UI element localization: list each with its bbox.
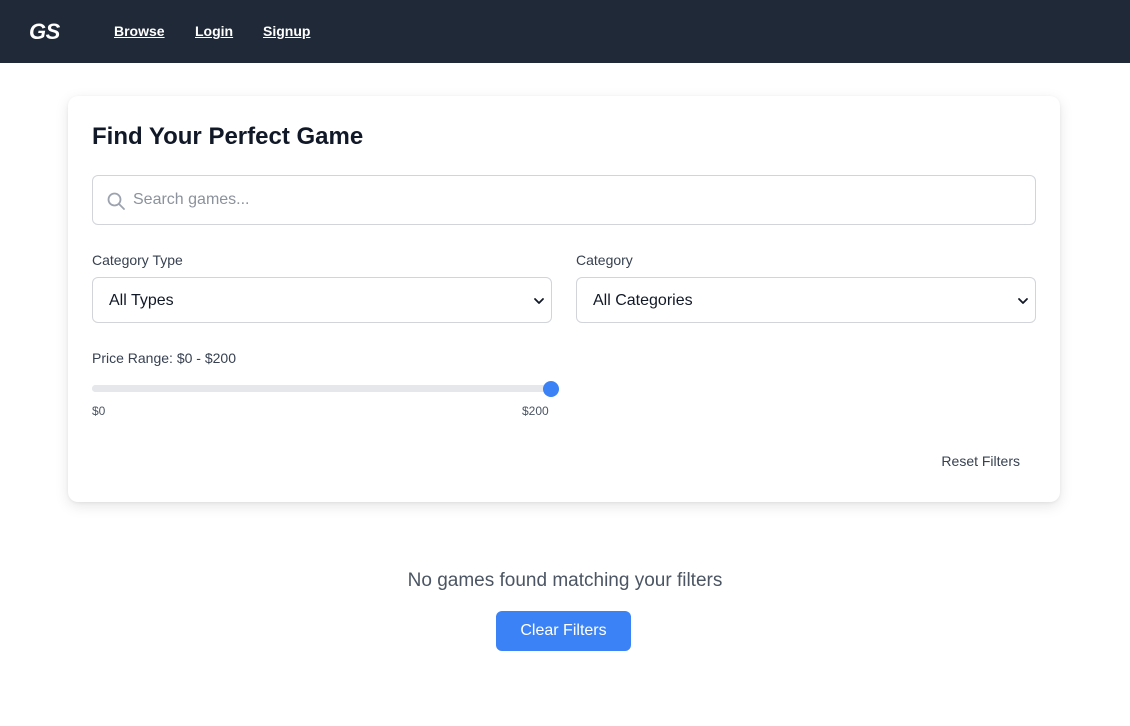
price-range-fill xyxy=(92,385,551,392)
price-range-thumb[interactable] xyxy=(543,381,559,397)
site-logo[interactable]: GS xyxy=(29,18,60,46)
empty-results-message: No games found matching your filters xyxy=(407,570,723,591)
search-icon xyxy=(107,192,125,210)
page-title: Find Your Perfect Game xyxy=(92,123,364,150)
nav-link-login[interactable]: Login xyxy=(195,22,233,40)
category-type-select[interactable]: All Types xyxy=(92,277,552,323)
category-label: Category xyxy=(576,252,633,268)
filter-card: Find Your Perfect Game Category Type All… xyxy=(68,96,1060,502)
nav-link-browse[interactable]: Browse xyxy=(114,22,165,40)
nav-link-signup[interactable]: Signup xyxy=(263,22,310,40)
category-value: All Categories xyxy=(593,292,693,309)
top-navbar: GS Browse Login Signup xyxy=(0,0,1130,63)
reset-filters-button[interactable]: Reset Filters xyxy=(941,452,1020,470)
chevron-down-icon xyxy=(534,298,544,304)
price-range-slider[interactable] xyxy=(92,381,559,397)
search-input[interactable] xyxy=(133,177,1023,223)
category-type-value: All Types xyxy=(109,292,174,309)
price-max-label: $200 xyxy=(522,404,549,418)
category-select[interactable]: All Categories xyxy=(576,277,1036,323)
price-min-label: $0 xyxy=(92,404,106,418)
chevron-down-icon xyxy=(1018,298,1028,304)
clear-filters-button[interactable]: Clear Filters xyxy=(496,611,631,651)
category-type-label: Category Type xyxy=(92,252,183,268)
price-range-label: Price Range: $0 - $200 xyxy=(92,350,236,366)
search-field[interactable] xyxy=(92,175,1036,225)
